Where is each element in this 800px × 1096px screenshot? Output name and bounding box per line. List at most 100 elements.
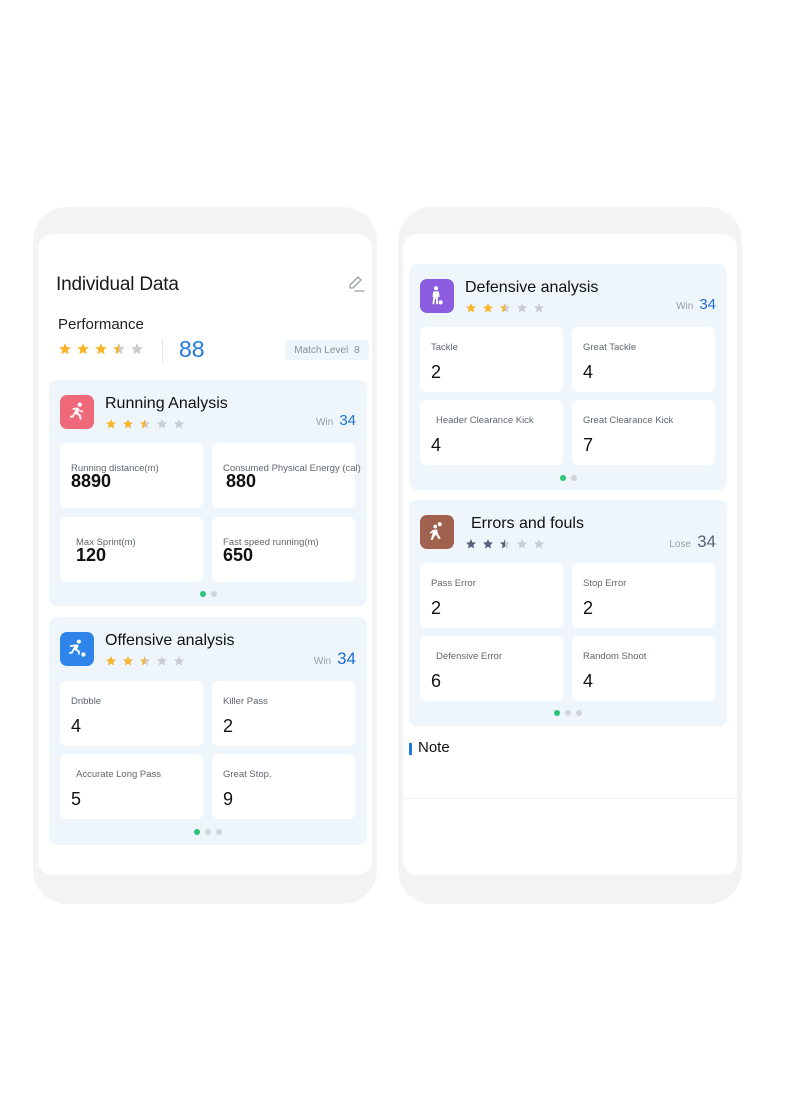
stat-value: 650 bbox=[223, 545, 254, 565]
stat-tile[interactable]: Fast speed running(m) 650 bbox=[212, 517, 355, 582]
star-filled-icon bbox=[122, 417, 134, 429]
stat-tile[interactable]: Running distance(m) 8890 bbox=[60, 443, 203, 508]
stat-tile[interactable]: Tackle 2 bbox=[420, 327, 563, 392]
offensive-analysis-card: Offensive analysis Win 34 Dribble 4 Kill… bbox=[49, 617, 367, 845]
note-accent-bar bbox=[409, 743, 412, 755]
star-half-icon bbox=[499, 537, 511, 549]
page-dot[interactable] bbox=[199, 591, 206, 597]
phone-frame-left: Individual Data Performance 88 Match Lev… bbox=[33, 207, 377, 904]
performance-label: Performance bbox=[58, 316, 144, 333]
stat-label: Killer Pass bbox=[223, 696, 268, 707]
card-rating bbox=[465, 537, 545, 549]
star-filled-icon bbox=[105, 417, 117, 429]
stat-value: 7 bbox=[583, 435, 594, 455]
page-dot[interactable] bbox=[576, 710, 582, 716]
stat-value: 4 bbox=[431, 435, 442, 455]
star-filled-icon bbox=[105, 654, 117, 666]
page-dot[interactable] bbox=[559, 475, 566, 481]
star-empty-icon bbox=[156, 417, 168, 429]
stat-tile[interactable]: Defensive Error 6 bbox=[420, 636, 563, 701]
result-value: 34 bbox=[339, 412, 356, 429]
card-result: Win 34 bbox=[314, 649, 356, 669]
page-indicator bbox=[409, 475, 727, 481]
star-filled-icon bbox=[465, 301, 477, 313]
card-result: Win 34 bbox=[676, 296, 716, 313]
card-title: Errors and fouls bbox=[471, 515, 584, 532]
stat-value: 4 bbox=[71, 716, 82, 736]
result-value: 34 bbox=[697, 532, 716, 551]
star-empty-icon bbox=[533, 301, 545, 313]
star-empty-icon bbox=[516, 537, 528, 549]
player-dribbling-icon bbox=[60, 632, 94, 666]
page-dot[interactable] bbox=[216, 829, 222, 835]
result-value: 34 bbox=[337, 649, 356, 668]
edit-pencil-icon[interactable] bbox=[346, 274, 366, 294]
stat-tile[interactable]: Dribble 4 bbox=[60, 681, 203, 746]
stat-tile[interactable]: Stop Error 2 bbox=[572, 563, 715, 628]
page-dot[interactable] bbox=[194, 829, 200, 835]
result-label: Win bbox=[316, 417, 334, 428]
stat-tile[interactable]: Killer Pass 2 bbox=[212, 681, 355, 746]
page-dot[interactable] bbox=[554, 710, 560, 716]
stat-tile[interactable]: Consumed Physical Energy (cal) 880 bbox=[212, 443, 361, 508]
stat-label: Pass Error bbox=[431, 578, 476, 589]
phone-frame-right: Defensive analysis Win 34 Tackle 2 Great… bbox=[398, 207, 742, 904]
stat-value: 9 bbox=[223, 789, 234, 809]
screen-analysis-continued: Defensive analysis Win 34 Tackle 2 Great… bbox=[403, 234, 737, 875]
star-half-icon bbox=[112, 342, 126, 356]
stat-tile[interactable]: Accurate Long Pass 5 bbox=[60, 754, 203, 819]
stat-value: 120 bbox=[76, 545, 107, 565]
stat-value: 4 bbox=[583, 362, 594, 382]
stat-label: Stop Error bbox=[583, 578, 627, 589]
page-dot[interactable] bbox=[565, 710, 571, 716]
divider bbox=[162, 338, 163, 362]
star-filled-icon bbox=[94, 342, 108, 356]
page-dot[interactable] bbox=[570, 475, 577, 481]
page-indicator bbox=[49, 829, 367, 835]
stat-label: Accurate Long Pass bbox=[76, 769, 162, 780]
player-standing-ball-icon bbox=[420, 279, 454, 313]
match-level-badge: Match Level 8 bbox=[285, 340, 369, 360]
page-dot[interactable] bbox=[205, 829, 211, 835]
page-indicator bbox=[49, 591, 367, 597]
card-title: Defensive analysis bbox=[465, 279, 599, 296]
card-title: Running Analysis bbox=[105, 395, 228, 412]
star-half-icon bbox=[499, 301, 511, 313]
stat-tile[interactable]: Great Stop. 9 bbox=[212, 754, 355, 819]
card-title: Offensive analysis bbox=[105, 632, 235, 649]
stat-tile[interactable]: Great Clearance Kick 7 bbox=[572, 400, 715, 465]
stat-value: 5 bbox=[71, 789, 82, 809]
page-dot[interactable] bbox=[210, 591, 217, 597]
note-area[interactable] bbox=[403, 764, 737, 799]
card-result: Lose 34 bbox=[669, 532, 716, 552]
stat-tile[interactable]: Header Clearance Kick 4 bbox=[420, 400, 563, 465]
result-label: Win bbox=[313, 656, 332, 667]
screen-individual-data: Individual Data Performance 88 Match Lev… bbox=[38, 234, 372, 875]
star-filled-icon bbox=[122, 654, 134, 666]
star-empty-icon bbox=[173, 417, 185, 429]
stat-value: 8890 bbox=[71, 471, 112, 491]
stat-label: Great Tackle bbox=[583, 342, 637, 353]
note-heading: Note bbox=[418, 739, 450, 756]
star-empty-icon bbox=[533, 537, 545, 549]
running-analysis-card: Running Analysis Win 34 Running distance… bbox=[49, 380, 367, 606]
star-filled-icon bbox=[482, 301, 494, 313]
stat-value: 2 bbox=[431, 598, 442, 618]
stat-label: Defensive Error bbox=[436, 651, 502, 662]
stat-tile[interactable]: Pass Error 2 bbox=[420, 563, 563, 628]
stat-value: 2 bbox=[223, 716, 234, 736]
star-empty-icon bbox=[130, 342, 144, 356]
stat-value: 880 bbox=[226, 471, 257, 491]
stat-value: 2 bbox=[583, 598, 594, 618]
stat-tile[interactable]: Max Sprint(m) 120 bbox=[60, 517, 203, 582]
star-filled-icon bbox=[465, 537, 477, 549]
errors-and-fouls-card: Errors and fouls Lose 34 Pass Error 2 St… bbox=[409, 500, 727, 726]
stat-tile[interactable]: Random Shoot 4 bbox=[572, 636, 715, 701]
stat-tile[interactable]: Great Tackle 4 bbox=[572, 327, 715, 392]
stat-value: 2 bbox=[431, 362, 442, 382]
result-label: Win bbox=[676, 301, 694, 312]
performance-rating bbox=[58, 342, 144, 356]
star-empty-icon bbox=[516, 301, 528, 313]
star-empty-icon bbox=[156, 654, 168, 666]
star-empty-icon bbox=[173, 654, 185, 666]
